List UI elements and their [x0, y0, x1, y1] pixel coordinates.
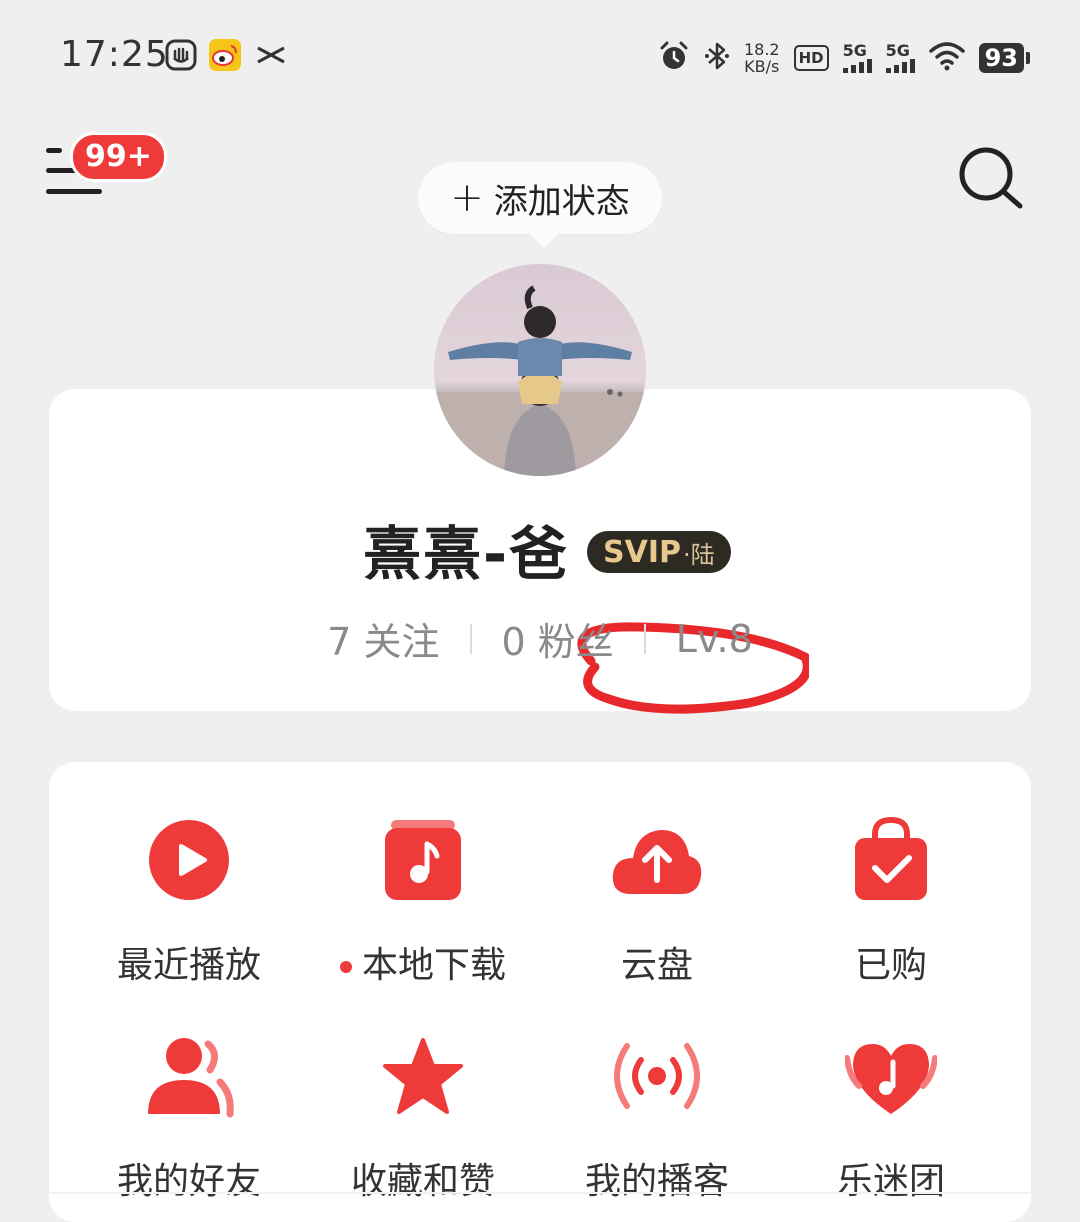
divider [49, 1192, 1031, 1194]
signal-bars-icon [885, 59, 915, 73]
network-speed-unit: KB/s [744, 57, 780, 76]
divider [469, 623, 472, 654]
cloud-upload-icon [607, 810, 707, 910]
divider [643, 623, 646, 654]
podcast-icon [607, 1026, 707, 1126]
add-status-button[interactable]: + 添加状态 [418, 162, 662, 248]
menu-icon-line [46, 189, 102, 194]
cloud-drive-item[interactable]: 云盘 [539, 810, 775, 986]
network-speed: 18.2 KB/s [744, 41, 780, 75]
fan-club-item[interactable]: 乐迷团 [773, 1026, 1009, 1202]
menu-icon [46, 148, 62, 153]
weibo-icon [208, 38, 242, 72]
local-download-label: 本地下载 [361, 945, 506, 986]
profile-stats: 7 关注 0 粉丝 Lv.8 [49, 611, 1031, 666]
add-status-label: 添加状态 [493, 181, 630, 222]
bluetooth-icon [704, 40, 730, 76]
recent-play-label: 最近播放 [116, 945, 261, 986]
music-note-icon [373, 810, 473, 910]
heart-note-icon [841, 1026, 941, 1126]
wifi-icon [928, 41, 965, 75]
svip-badge[interactable]: SVIP ·陆 [587, 531, 731, 573]
avatar[interactable] [434, 264, 646, 476]
new-indicator-dot [339, 961, 352, 973]
shopping-bag-icon [841, 810, 941, 910]
hand-app-icon [164, 38, 198, 72]
play-icon [139, 810, 239, 910]
favorites-likes-item[interactable]: 收藏和赞 [305, 1026, 541, 1202]
local-download-label-wrap: 本地下载 [305, 936, 541, 988]
plus-icon: + [450, 175, 484, 221]
my-friends-item[interactable]: 我的好友 [71, 1026, 307, 1202]
my-podcast-label: 我的播客 [584, 1161, 729, 1202]
username[interactable]: 熹熹-爸 [363, 507, 569, 591]
purchased-item[interactable]: 已购 [773, 810, 1009, 986]
my-friends-label: 我的好友 [116, 1161, 261, 1202]
signal-5g-label: 5G [885, 41, 910, 60]
recent-play-item[interactable]: 最近播放 [71, 810, 307, 986]
network-speed-value: 18.2 [743, 40, 780, 59]
status-indicators: 18.2 KB/s HD 5G 5G 93 [658, 36, 1031, 80]
local-download-item[interactable]: 本地下载 [305, 810, 541, 986]
battery-indicator: 93 [978, 43, 1031, 73]
search-button[interactable] [954, 142, 1026, 214]
my-podcast-item[interactable]: 我的播客 [539, 1026, 775, 1202]
status-time: 17:25 [60, 34, 169, 75]
signal-bars-icon [842, 59, 872, 73]
search-icon [959, 147, 1023, 209]
purchased-label: 已购 [854, 945, 927, 986]
notification-badge[interactable]: 99+ [70, 132, 167, 182]
status-bar: 17:25 18.2 KB/s HD 5G 5G 93 [0, 0, 1080, 110]
star-icon [373, 1026, 473, 1126]
following-count[interactable]: 7 关注 [327, 611, 439, 666]
capcut-icon [254, 38, 288, 72]
cloud-drive-label: 云盘 [620, 945, 693, 986]
friends-icon [139, 1026, 239, 1126]
feature-grid: 最近播放 本地下载 云盘 已购 我的好友 收藏和赞 我的播客 乐迷团 [49, 762, 1031, 1222]
username-row: 熹熹-爸 SVIP ·陆 [49, 507, 1031, 714]
avatar-photo [434, 264, 646, 476]
user-level[interactable]: Lv.8 [676, 617, 753, 661]
svip-level: ·陆 [682, 540, 715, 569]
favorites-likes-label: 收藏和赞 [350, 1161, 495, 1202]
fan-club-label: 乐迷团 [836, 1161, 945, 1202]
svip-label: SVIP [603, 534, 681, 570]
alarm-icon [658, 40, 690, 76]
signal-5g-1: 5G [842, 41, 872, 73]
followers-count[interactable]: 0 粉丝 [502, 611, 614, 666]
signal-5g-label: 5G [842, 41, 867, 60]
signal-5g-2: 5G [885, 41, 915, 73]
hd-voice-badge: HD [793, 45, 829, 71]
